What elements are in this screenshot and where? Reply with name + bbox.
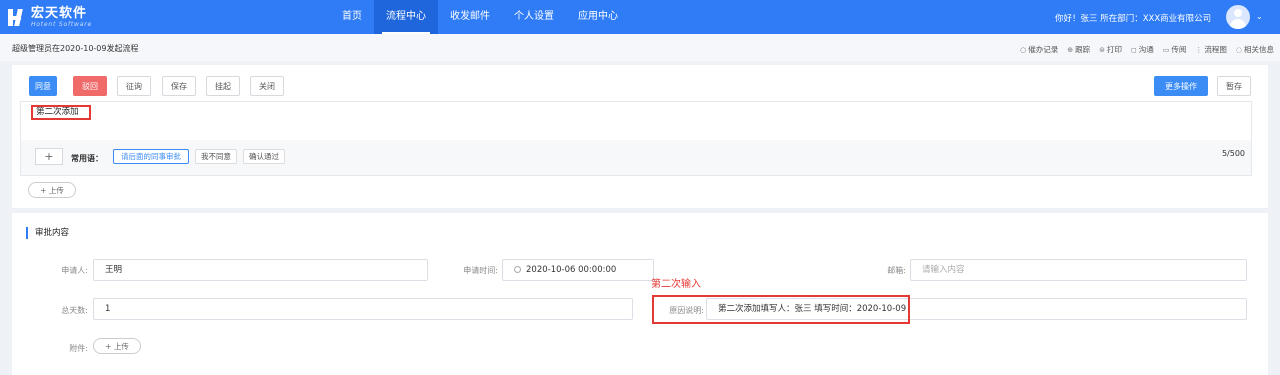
phrase-chip[interactable]: 请后面的同事审批 [113,149,189,164]
main-nav: 首页 流程中心 收发邮件 个人设置 应用中心 [330,0,630,34]
tool-track[interactable]: ⊕ 跟踪 [1067,44,1090,55]
reject-button[interactable]: 驳回 [73,76,107,96]
flow-icon: ⋮ [1195,45,1203,54]
breadcrumb-bar: 超级管理员在2020-10-09发起流程 ○ 催办记录 ⊕ 跟踪 ⊜ 打印 ◻ 沟通 ▭… [0,34,1280,61]
more-actions-button[interactable]: 更多操作 [1154,76,1208,96]
nav-personal-settings[interactable]: 个人设置 [502,0,566,34]
folder-icon: ▭ [1162,45,1170,54]
opinion-text: 第二次添加 [31,105,91,120]
avatar[interactable] [1226,5,1250,29]
chat-icon: ◻ [1130,45,1137,54]
save-button[interactable]: 保存 [162,76,196,96]
info-icon: ◌ [1235,45,1242,54]
email-label: 邮箱: [887,266,906,275]
apply-time-label: 申请时间: [463,266,498,275]
annotation-label: 第二次输入 [651,279,701,290]
phrase-chip[interactable]: 我不同意 [195,149,237,164]
circle-icon: ○ [1020,45,1027,54]
agree-button[interactable]: 同意 [29,76,57,96]
logo-icon [6,6,28,28]
tool-flow-chart[interactable]: ⋮ 流程图 [1195,44,1227,55]
section-title: 审批内容 [26,227,69,239]
brand-tagline: Hotent Software [31,20,92,28]
page-title: 超级管理员在2020-10-09发起流程 [12,44,139,53]
phrase-chip[interactable]: 确认通过 [243,149,285,164]
char-counter: 5/500 [1221,149,1245,158]
common-phrases-label: 常用语： [71,154,103,163]
nav-mail[interactable]: 收发邮件 [438,0,502,34]
attachment-upload-button[interactable]: + 上传 [93,338,141,354]
close-button[interactable]: 关闭 [250,76,284,96]
tool-print[interactable]: ⊜ 打印 [1099,44,1122,55]
applicant-field[interactable]: 王明 [93,259,428,281]
tool-communicate[interactable]: ◻ 沟通 [1131,44,1154,55]
email-field[interactable]: 请输入内容 [910,259,1247,281]
tool-related-info[interactable]: ◌ 相关信息 [1236,44,1274,55]
user-greeting: 你好！张三 所在部门：XXX商业有限公司 [1055,14,1212,24]
brand-logo[interactable]: 宏天软件 Hotent Software [6,5,92,29]
brand-name: 宏天软件 [31,5,88,21]
opinion-panel: 同意 驳回 征询 保存 挂起 关闭 更多操作 暂存 第二次添加 + 常用语： 请… [12,65,1268,208]
print-icon: ⊜ [1099,45,1105,54]
tool-urge-record[interactable]: ○ 催办记录 [1020,44,1058,55]
upload-button[interactable]: + 上传 [28,182,76,198]
chevron-down-icon[interactable]: ⌄ [1256,12,1263,21]
apply-time-field[interactable]: 2020-10-06 00:00:00 [502,259,654,281]
opinion-textarea[interactable]: 第二次添加 + 常用语： 请后面的同事审批 我不同意 确认通过 5/500 [20,101,1252,176]
nav-app-center[interactable]: 应用中心 [566,0,630,34]
total-days-field[interactable]: 1 [93,298,633,320]
nav-home[interactable]: 首页 [330,0,374,34]
applicant-label: 申请人: [61,266,88,275]
add-phrase-button[interactable]: + [35,148,63,165]
draft-button[interactable]: 暂存 [1217,76,1251,96]
toolbar-links: ○ 催办记录 ⊕ 跟踪 ⊜ 打印 ◻ 沟通 ▭ 传阅 ⋮ 流程图 ◌ 相关信息 [1020,44,1274,55]
target-icon: ⊕ [1067,45,1074,54]
suspend-button[interactable]: 挂起 [206,76,240,96]
tool-circulate[interactable]: ▭ 传阅 [1163,44,1187,55]
nav-process-center[interactable]: 流程中心 [374,0,438,34]
attachment-label: 附件: [69,344,88,353]
common-phrases-bar: + 常用语： 请后面的同事审批 我不同意 确认通过 5/500 [21,140,1251,175]
top-navigation-bar: 宏天软件 Hotent Software 首页 流程中心 收发邮件 个人设置 应… [0,0,1280,34]
total-days-label: 总天数: [61,306,88,315]
approval-panel: 审批内容 申请人: 王明 申请时间: 2020-10-06 00:00:00 邮… [12,213,1268,375]
annotation-highlight-box [652,295,910,324]
clock-icon [514,266,521,273]
consult-button[interactable]: 征询 [117,76,151,96]
